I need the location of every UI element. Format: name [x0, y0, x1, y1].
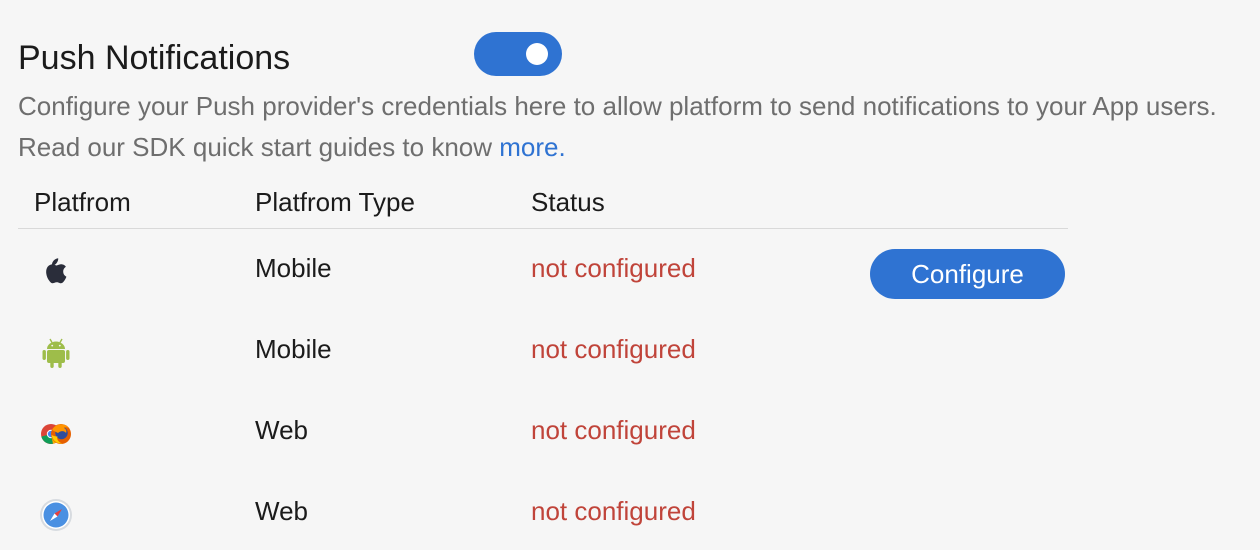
- apple-icon: [36, 251, 76, 291]
- push-notifications-panel: Push Notifications Configure your Push p…: [0, 0, 1260, 550]
- safari-icon: [36, 494, 76, 534]
- table-row: Mobile not configured Configure: [18, 229, 1068, 310]
- description-text: Configure your Push provider's credentia…: [18, 86, 1250, 168]
- android-icon: [36, 332, 76, 372]
- table-row: Web not configured: [18, 472, 1068, 550]
- platform-table: Platfrom Platfrom Type Status Mobile not…: [18, 176, 1068, 550]
- table-row: Web not configured: [18, 391, 1068, 472]
- more-link[interactable]: more.: [499, 132, 565, 162]
- column-header-status: Status: [531, 187, 605, 217]
- column-header-platform: Platfrom: [34, 187, 131, 217]
- configure-button[interactable]: Configure: [870, 249, 1065, 299]
- description-body: Configure your Push provider's credentia…: [18, 91, 1217, 162]
- table-row: Mobile not configured: [18, 310, 1068, 391]
- page-title: Push Notifications: [18, 39, 291, 77]
- platform-type-cell: Mobile: [255, 334, 332, 364]
- platform-type-cell: Mobile: [255, 253, 332, 283]
- table-header: Platfrom Platfrom Type Status: [18, 176, 1068, 229]
- status-badge: not configured: [531, 253, 696, 283]
- chrome-firefox-icon: [36, 413, 76, 453]
- status-badge: not configured: [531, 415, 696, 445]
- toggle-knob: [526, 43, 548, 65]
- platform-type-cell: Web: [255, 415, 308, 445]
- platform-type-cell: Web: [255, 496, 308, 526]
- push-notifications-toggle[interactable]: [474, 32, 562, 76]
- column-header-platform-type: Platfrom Type: [255, 187, 415, 217]
- status-badge: not configured: [531, 496, 696, 526]
- status-badge: not configured: [531, 334, 696, 364]
